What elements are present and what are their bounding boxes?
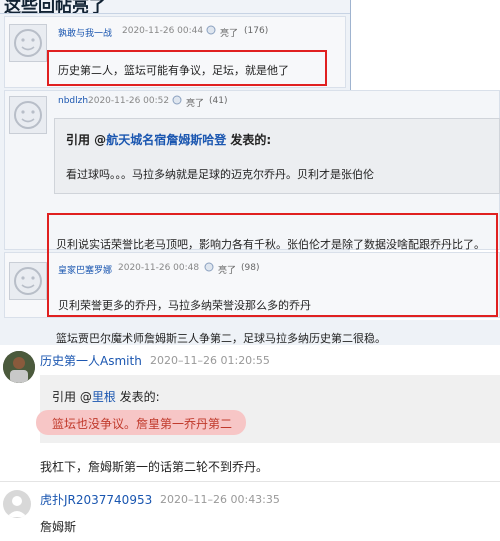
quote-prefix: 引用 @ [66, 133, 107, 147]
username[interactable]: 孰敢与我一战 [58, 26, 112, 39]
highlight-box [47, 213, 498, 317]
divider [0, 481, 500, 482]
user-photo-icon [3, 351, 35, 383]
quote-suffix: 发表的: [226, 133, 272, 147]
quote-prefix: 引用 @ [52, 390, 92, 404]
reply-text: 历史第二人，篮坛可能有争议，足坛，就是他了 [58, 64, 289, 77]
avatar[interactable] [9, 24, 47, 62]
avatar[interactable] [9, 262, 47, 300]
post-timestamp: 2020–11–26 00:43:35 [160, 493, 280, 506]
section-title: 这些回帖亮了 [4, 0, 106, 14]
avatar[interactable] [3, 351, 35, 383]
default-user-icon [7, 496, 27, 517]
quoted-username[interactable]: 航天城名宿詹姆斯哈登 [106, 133, 226, 147]
reply-text: 詹姆斯 [40, 520, 77, 534]
side-blank-area [350, 0, 500, 90]
like-icon[interactable] [172, 95, 182, 108]
post-timestamp: 2020-11-26 00:44 [122, 26, 204, 36]
username[interactable]: 历史第一人Asmith [40, 352, 142, 369]
avatar[interactable] [9, 96, 47, 134]
quote-text: 篮坛也没争议。詹皇第一乔丹第二 [52, 417, 233, 431]
quote-header: 引用 @航天城名宿詹姆斯哈登 发表的: [66, 131, 271, 148]
reply-text: 篮坛贾巴尔魔术师詹姆斯三人争第二，足球马拉多纳历史第二很稳。 [56, 332, 386, 345]
section-header: 这些回帖亮了 [0, 0, 350, 14]
like-label[interactable]: 亮了 [186, 96, 204, 109]
quote-header: 引用 @里根 发表的: [52, 388, 160, 405]
like-count: (176) [244, 26, 269, 36]
quoted-username[interactable]: 里根 [92, 390, 116, 404]
username[interactable]: nbdlzh [58, 96, 88, 106]
quote-block [54, 118, 500, 194]
like-count: (41) [209, 96, 228, 106]
post-timestamp: 2020–11–26 01:20:55 [150, 354, 270, 367]
like-icon[interactable] [206, 25, 216, 38]
avatar[interactable] [3, 490, 31, 518]
default-avatar-icon [14, 267, 42, 295]
post-timestamp: 2020-11-26 00:52 [88, 96, 170, 106]
default-avatar-icon [14, 101, 42, 129]
like-label[interactable]: 亮了 [220, 26, 238, 39]
quote-suffix: 发表的: [115, 390, 160, 404]
username[interactable]: 虎扑JR2037740953 [40, 491, 152, 508]
default-avatar-icon [14, 29, 42, 57]
reply-text: 我杠下，詹姆斯第一的话第二轮不到乔丹。 [40, 460, 269, 474]
quote-text: 看过球吗。。。马拉多纳就是足球的迈克尔乔丹。贝利才是张伯伦 [66, 168, 374, 181]
